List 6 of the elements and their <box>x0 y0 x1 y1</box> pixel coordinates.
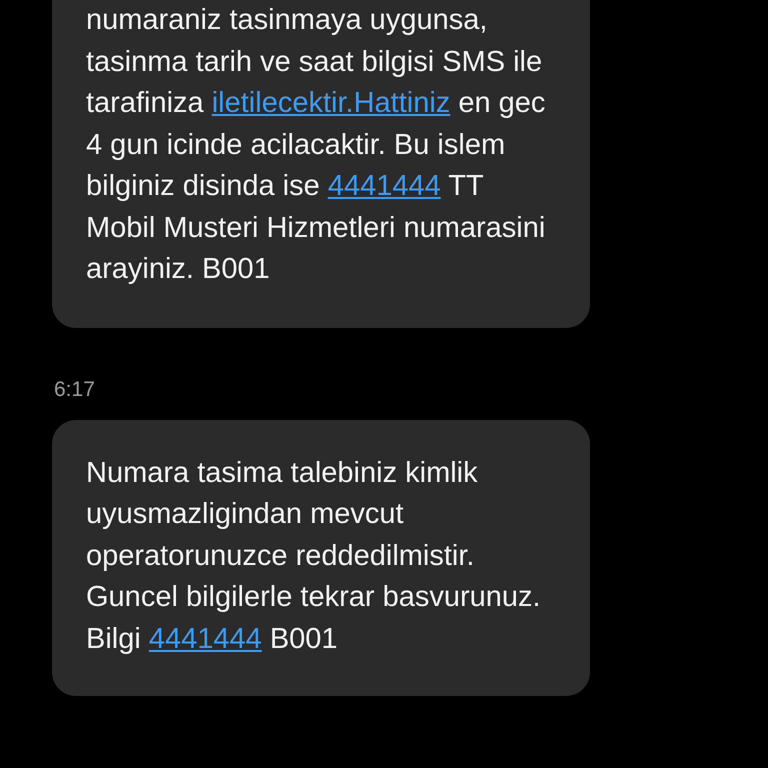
message-link[interactable]: 4441444 <box>328 170 441 202</box>
message-text: numaraniz tasinmaya uygunsa, tasinma tarih ve saat bilgisi SMS ile tarafiniza iletilecektir.Hattiniz en gec 4 gun icinde acilacaktir. Bu islem bilginiz disinda ise 4441444 TT Mobil Musteri Hizmetleri numarasini arayiniz. B001 <box>86 3 546 287</box>
message-link[interactable]: 4441444 <box>148 622 262 654</box>
message-link[interactable]: iletilecektir.Hattiniz <box>212 87 450 119</box>
message-text: Numara tasima talebiniz kimlik uyusmazligindan mevcut operatorunuzce reddedilmistir. Guncel bilgilerle tekrar basvurunuz. Bilgi 4441444 B001 <box>86 456 542 656</box>
message-time: 6:17 <box>54 378 95 402</box>
